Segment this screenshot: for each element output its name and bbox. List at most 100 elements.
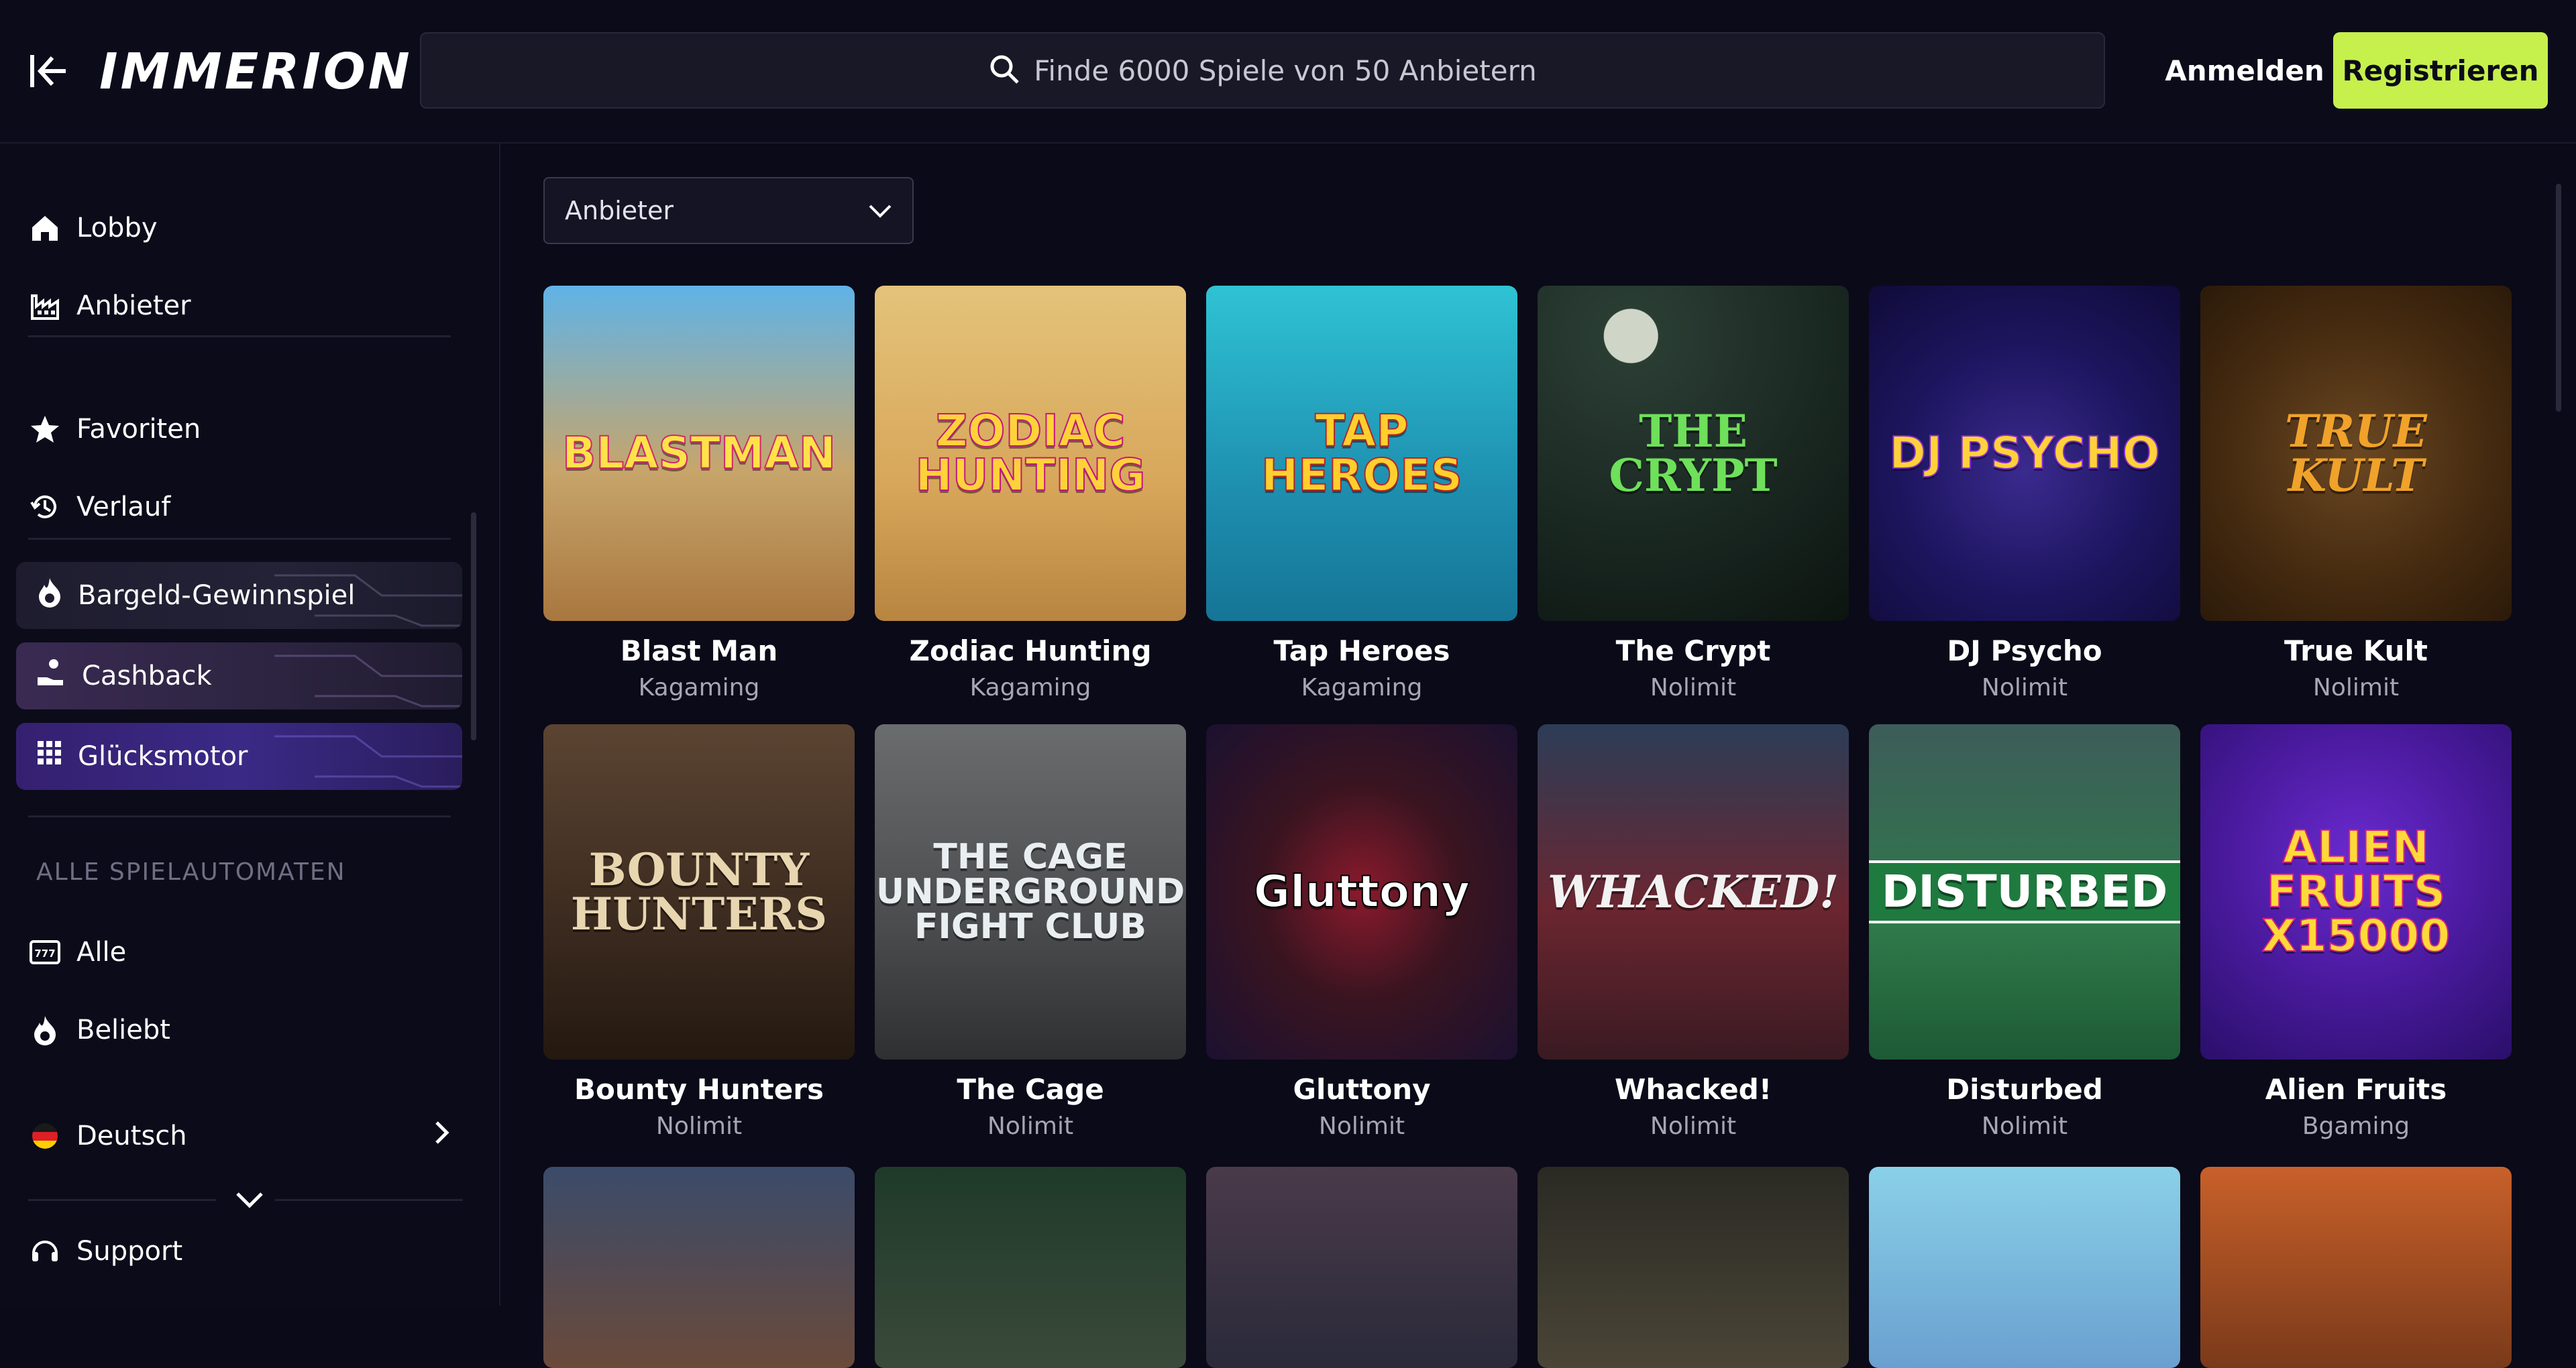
game-thumbnail-partial[interactable] — [543, 1167, 855, 1368]
brand-logo[interactable]: IMMERION — [99, 42, 413, 102]
provider-filter-dropdown[interactable]: Anbieter — [543, 177, 914, 244]
game-art-text: TRUE KULT — [2285, 405, 2427, 502]
sidebar-item-alle[interactable]: 777 Alle — [28, 925, 126, 979]
game-art-text: ALIEN FRUITS X15000 — [2261, 821, 2451, 962]
sidebar-item-beliebt[interactable]: Beliebt — [28, 1003, 170, 1057]
game-card[interactable]: WHACKED! Whacked! Nolimit — [1538, 724, 1849, 1140]
game-title: Whacked! — [1615, 1073, 1772, 1106]
collapse-sidebar-icon[interactable] — [28, 52, 68, 90]
game-thumbnail[interactable]: BOUNTY HUNTERS — [543, 724, 855, 1060]
sidebar-item-label: Support — [76, 1236, 183, 1267]
game-title: Tap Heroes — [1273, 634, 1450, 667]
game-title: The Cage — [957, 1073, 1104, 1106]
register-button[interactable]: Registrieren — [2333, 32, 2548, 109]
sidebar-item-label: Anbieter — [76, 290, 191, 321]
game-thumbnail[interactable]: THE CRYPT — [1538, 286, 1849, 621]
sidebar-divider — [275, 1199, 463, 1201]
sidebar-divider — [28, 1199, 216, 1201]
game-art-text: TAP HEROES — [1260, 405, 1463, 501]
game-provider: Nolimit — [655, 1113, 743, 1140]
sidebar-item-support[interactable]: Support — [28, 1224, 182, 1278]
game-art-text: WHACKED! — [1547, 866, 1839, 918]
game-title: Bounty Hunters — [574, 1073, 824, 1106]
game-card[interactable]: TAP HEROES Tap Heroes Kagaming — [1206, 286, 1517, 701]
game-thumbnail-partial[interactable] — [1206, 1167, 1517, 1368]
game-provider: Nolimit — [2312, 674, 2400, 701]
sidebar-scrollbar[interactable] — [471, 512, 476, 740]
game-title: Zodiac Hunting — [909, 634, 1152, 667]
game-art-text: BOUNTY HUNTERS — [570, 844, 828, 940]
login-button[interactable]: Anmelden — [2144, 32, 2345, 109]
chevron-right-icon — [433, 1119, 451, 1153]
sidebar-item-anbieter[interactable]: Anbieter — [28, 279, 191, 333]
content-scrollbar[interactable] — [2556, 184, 2561, 412]
sidebar-item-label: Lobby — [76, 213, 158, 243]
game-thumbnail-partial[interactable] — [875, 1167, 1186, 1368]
game-title: True Kult — [2284, 634, 2428, 667]
sidebar-item-favoriten[interactable]: Favoriten — [28, 402, 201, 456]
game-card[interactable]: TRUE KULT True Kult Nolimit — [2200, 286, 2512, 701]
game-card[interactable]: THE CAGE UNDERGROUND FIGHT CLUB The Cage… — [875, 724, 1186, 1140]
game-provider: Nolimit — [1650, 1113, 1737, 1140]
game-card[interactable]: Gluttony Gluttony Nolimit — [1206, 724, 1517, 1140]
game-provider: Kagaming — [969, 674, 1091, 701]
slot-machine-icon: 777 — [28, 935, 62, 969]
game-provider: Nolimit — [1981, 1113, 2068, 1140]
game-thumbnail[interactable]: DISTURBED — [1869, 724, 2180, 1060]
grid-icon — [36, 740, 63, 773]
promo-gluecksmotor[interactable]: Glücksmotor — [16, 723, 462, 790]
game-thumbnail[interactable]: DJ PSYCHO — [1869, 286, 2180, 621]
game-thumbnail[interactable]: Gluttony — [1206, 724, 1517, 1060]
game-thumbnail[interactable]: ZODIAC HUNTING — [875, 286, 1186, 621]
game-card[interactable]: BOUNTY HUNTERS Bounty Hunters Nolimit — [543, 724, 855, 1140]
game-title: The Crypt — [1615, 634, 1771, 667]
game-art-text: DISTURBED — [1869, 860, 2180, 923]
promo-cashback[interactable]: Cashback — [16, 642, 462, 709]
game-thumbnail-partial[interactable] — [1869, 1167, 2180, 1368]
promo-bargeld-gewinnspiel[interactable]: Bargeld-Gewinnspiel — [16, 562, 462, 629]
section-title: ALLE SPIELAUTOMATEN — [36, 858, 346, 886]
filter-label: Anbieter — [565, 196, 674, 225]
game-title: Alien Fruits — [2265, 1073, 2447, 1106]
game-title: Disturbed — [1946, 1073, 2103, 1106]
game-thumbnail-partial[interactable] — [2200, 1167, 2512, 1368]
game-thumbnail[interactable]: TRUE KULT — [2200, 286, 2512, 621]
decorative-lines — [274, 574, 462, 627]
game-card[interactable]: BLASTMAN Blast Man Kagaming — [543, 286, 855, 701]
game-card[interactable]: ALIEN FRUITS X15000 Alien Fruits Bgaming — [2200, 724, 2512, 1140]
sidebar-item-lobby[interactable]: Lobby — [28, 201, 158, 255]
game-provider: Nolimit — [1981, 674, 2068, 701]
chevron-down-icon[interactable] — [235, 1190, 264, 1210]
history-icon — [28, 490, 62, 524]
language-selector[interactable]: Deutsch — [28, 1109, 451, 1163]
game-card[interactable]: DJ PSYCHO DJ Psycho Nolimit — [1869, 286, 2180, 701]
game-thumbnail[interactable]: ALIEN FRUITS X15000 — [2200, 724, 2512, 1060]
headset-icon — [28, 1235, 62, 1268]
game-art-text: THE CRYPT — [1609, 405, 1778, 502]
game-thumbnail-partial[interactable] — [1538, 1167, 1849, 1368]
game-art-text: THE CAGE UNDERGROUND FIGHT CLUB — [875, 837, 1185, 947]
search-bar[interactable]: Finde 6000 Spiele von 50 Anbietern — [420, 32, 2105, 109]
sidebar-item-label: Favoriten — [76, 414, 201, 445]
star-icon — [28, 412, 62, 446]
game-thumbnail[interactable]: TAP HEROES — [1206, 286, 1517, 621]
game-thumbnail[interactable]: THE CAGE UNDERGROUND FIGHT CLUB — [875, 724, 1186, 1060]
game-title: Blast Man — [620, 634, 778, 667]
game-card[interactable]: ZODIAC HUNTING Zodiac Hunting Kagaming — [875, 286, 1186, 701]
hand-coin-icon — [36, 657, 67, 695]
sidebar-item-verlauf[interactable]: Verlauf — [28, 480, 170, 534]
game-thumbnail[interactable]: BLASTMAN — [543, 286, 855, 621]
game-card[interactable]: DISTURBED Disturbed Nolimit — [1869, 724, 2180, 1140]
germany-flag-icon — [28, 1119, 62, 1153]
sidebar-item-label: Beliebt — [76, 1015, 170, 1045]
svg-text:777: 777 — [34, 948, 55, 960]
sidebar: Lobby Anbieter Favoriten Verlauf Bargeld… — [0, 144, 500, 1306]
language-label: Deutsch — [76, 1121, 187, 1151]
decorative-lines — [274, 654, 462, 707]
game-provider: Nolimit — [1318, 1113, 1405, 1140]
game-card[interactable]: THE CRYPT The Crypt Nolimit — [1538, 286, 1849, 701]
game-thumbnail[interactable]: WHACKED! — [1538, 724, 1849, 1060]
game-art-text: BLASTMAN — [561, 427, 837, 479]
promo-label: Cashback — [82, 661, 212, 691]
home-icon — [28, 211, 62, 245]
